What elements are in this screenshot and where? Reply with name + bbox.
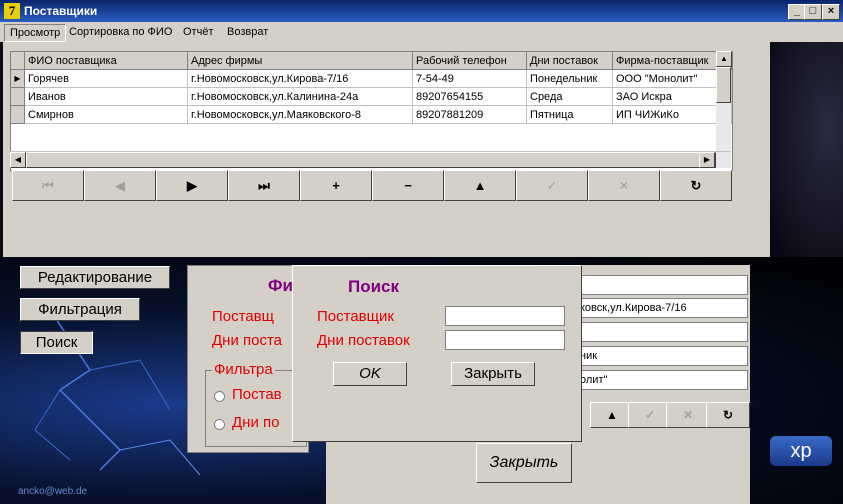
nav-edit-button[interactable]: ▲ [444,170,516,201]
table-row-cell[interactable]: Иванов [25,88,188,106]
search-ok-button[interactable]: OK [333,362,407,386]
background-decor-right [770,42,843,257]
filter-radio-supplier[interactable] [214,391,225,402]
grid-vertical-scrollbar[interactable]: ▲ [716,51,732,151]
nav-post-button[interactable]: ✓ [516,170,588,201]
table-row-cell[interactable]: Понедельник [527,70,613,88]
nav-prior-button[interactable]: ◀ [84,170,156,201]
filter-label-days: Дни поста [212,332,282,349]
col-header-phone[interactable]: Рабочий телефон [413,52,527,70]
filter-mode-button[interactable]: Фильтрация [20,298,140,321]
table-row-cell[interactable]: Горячев [25,70,188,88]
table-row-cell[interactable]: г.Новомосковск,ул.Маяковского-8 [188,106,413,124]
scroll-left-button[interactable]: ◀ [10,152,26,168]
search-days-input[interactable] [445,330,565,350]
nav-refresh-button[interactable]: ↻ [660,170,732,201]
table-row-cell[interactable]: ООО "Монолит" [613,70,732,88]
col-header-days[interactable]: Дни поставок [527,52,613,70]
menu-report[interactable]: Отчёт [178,24,218,40]
nav-insert-button[interactable]: + [300,170,372,201]
col-header-address[interactable]: Адрес фирмы [188,52,413,70]
db-navigator: ⏮ ◀ ▶ ⏭ + − ▲ ✓ ✕ ↻ [12,170,732,202]
search-dialog-title: Поиск [348,277,400,296]
scroll-right-button[interactable]: ▶ [699,152,715,168]
edit-field-days[interactable]: ник [576,346,748,366]
author-email: ancko@web.de [18,486,88,497]
nav-delete-button[interactable]: − [372,170,444,201]
search-mode-button[interactable]: Поиск [20,331,93,354]
scroll-up-button[interactable]: ▲ [716,51,732,67]
nav-next-button[interactable]: ▶ [156,170,228,201]
table-row-cell[interactable]: Смирнов [25,106,188,124]
table-row-cell[interactable]: ИП ЧИЖиКо [613,106,732,124]
search-supplier-input[interactable] [445,306,565,326]
edit-mode-button[interactable]: Редактирование [20,266,170,289]
edit-nav-cancel-button[interactable]: ✕ [666,402,710,428]
scroll-thumb[interactable] [716,67,731,103]
search-label-days: Дни поставок [317,332,410,349]
edit-field-phone[interactable] [576,322,748,342]
row-indicator [11,88,25,106]
scroll-h-thumb[interactable] [26,152,716,168]
menu-return[interactable]: Возврат [222,24,273,40]
filter-radio-days[interactable] [214,419,225,430]
grid-horizontal-scrollbar[interactable]: ◀ ▶ [10,151,731,168]
filter-radio-supplier-label: Постав [232,386,282,403]
maximize-button[interactable]: □ [804,4,822,20]
title-bar[interactable]: 7 Поставщики _ □ × [0,0,843,22]
table-row-cell[interactable]: 89207881209 [413,106,527,124]
lightning-decor [34,309,201,476]
table-row-cell[interactable]: Пятница [527,106,613,124]
col-header-company[interactable]: Фирма-поставщик [613,52,732,70]
xp-badge: xp [770,436,832,466]
table-row-cell[interactable]: ЗАО Искра [613,88,732,106]
filter-dialog-title: Фи [268,276,293,295]
table-row-cell[interactable]: г.Новомосковск,ул.Калинина-24а [188,88,413,106]
row-indicator-arrow: ▶ [11,70,25,88]
nav-last-button[interactable]: ⏭ [228,170,300,201]
table-row-cell[interactable]: 89207654155 [413,88,527,106]
nav-first-button[interactable]: ⏮ [12,170,84,201]
menu-sort-by-name[interactable]: Сортировка по ФИО [64,24,177,40]
menu-view[interactable]: Просмотр [4,24,67,42]
edit-nav-refresh-button[interactable]: ↻ [706,402,750,428]
edit-field-name[interactable] [576,275,748,295]
app-icon: 7 [4,3,20,19]
table-row-cell[interactable]: 7-54-49 [413,70,527,88]
search-label-supplier: Поставщик [317,308,394,325]
nav-cancel-button[interactable]: ✕ [588,170,660,201]
col-header-name[interactable]: ФИО поставщика [25,52,188,70]
table-row-cell[interactable]: г.Новомосковск,ул.Кирова-7/16 [188,70,413,88]
edit-field-address[interactable]: ковск,ул.Кирова-7/16 [576,298,748,318]
table-row-cell[interactable]: Среда [527,88,613,106]
filter-label-supplier: Поставщ [212,308,274,325]
search-close-button[interactable]: Закрыть [451,362,535,386]
window-title: Поставщики [24,4,98,18]
search-dialog: Поиск Поставщик Дни поставок OK Закрыть [292,265,582,442]
row-indicator [11,106,25,124]
close-window-button[interactable]: × [822,4,840,20]
edit-close-button[interactable]: Закрыть [476,443,572,483]
menu-bar: Просмотр Сортировка по ФИО Отчёт Возврат [0,22,843,42]
grid-header-indicator [11,52,25,70]
edit-field-company[interactable]: олит" [576,370,748,390]
filter-group-title: Фильтра [212,361,275,378]
filter-radio-days-label: Дни по [232,414,280,431]
